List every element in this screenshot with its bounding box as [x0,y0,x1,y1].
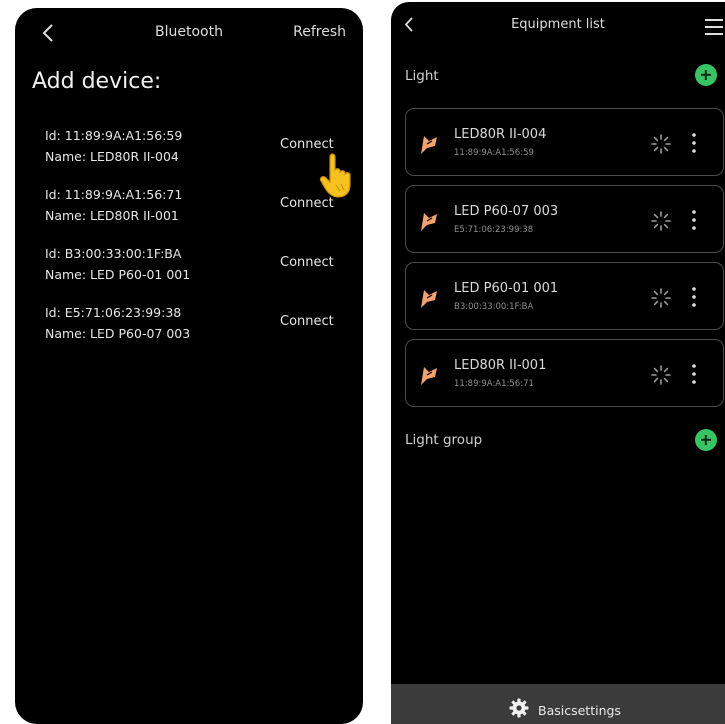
connect-button[interactable]: Connect [280,255,334,270]
add-device-heading: Add device: [32,69,162,94]
lamp-icon [421,367,437,385]
loading-spinner-icon [651,365,671,385]
light-card[interactable]: LED P60-07 003 E5:71:06:23:99:38 [405,185,724,253]
light-name: LED80R II-004 [454,127,547,142]
loading-spinner-icon [651,288,671,308]
light-section-label: Light [405,68,439,84]
loading-spinner-icon [651,211,671,231]
basic-settings-bar[interactable]: Basicsettings [391,684,725,724]
light-card[interactable]: LED80R II-001 11:89:9A:A1:56:71 [405,339,724,407]
more-vertical-icon[interactable] [690,286,698,308]
page-title: Equipment list [511,17,605,32]
equipment-list-screen: Equipment list Light LED80R II-004 11:89… [391,2,725,724]
device-name: Name: LED P60-01 001 [45,267,191,282]
device-id: Id: E5:71:06:23:99:38 [45,305,182,320]
more-vertical-icon[interactable] [690,363,698,385]
device-name: Name: LED P60-07 003 [45,326,191,341]
device-id: Id: 11:89:9A:A1:56:59 [45,128,183,143]
device-id: Id: B3:00:33:00:1F:BA [45,246,182,261]
loading-spinner-icon [651,134,671,154]
device-item: Id: 11:89:9A:A1:56:71 Name: LED80R II-00… [45,187,355,229]
light-id: B3:00:33:00:1F:BA [454,302,534,312]
connect-button[interactable]: Connect [280,137,334,152]
connect-button[interactable]: Connect [280,314,334,329]
light-id: 11:89:9A:A1:56:59 [454,148,534,158]
more-vertical-icon[interactable] [690,209,698,231]
light-group-section-label: Light group [405,432,483,448]
light-name: LED80R II-001 [454,358,547,373]
gear-icon [509,698,529,718]
refresh-button[interactable]: Refresh [293,24,346,40]
light-id: 11:89:9A:A1:56:71 [454,379,534,389]
menu-icon[interactable] [703,17,723,37]
add-icon[interactable] [695,429,717,451]
device-item: Id: E5:71:06:23:99:38 Name: LED P60-07 0… [45,305,355,347]
lamp-icon [421,290,437,308]
bluetooth-screen: Bluetooth Refresh Add device: Id: 11:89:… [15,8,363,724]
add-icon[interactable] [695,64,717,86]
light-name: LED P60-01 001 [454,281,559,296]
device-name: Name: LED80R II-004 [45,149,179,164]
more-vertical-icon[interactable] [690,132,698,154]
basic-settings-label: Basicsettings [538,703,621,718]
hand-pointer-icon [318,151,363,201]
light-name: LED P60-07 003 [454,204,559,219]
lamp-icon [421,136,437,154]
light-id: E5:71:06:23:99:38 [454,225,534,235]
device-item: Id: 11:89:9A:A1:56:59 Name: LED80R II-00… [45,128,355,170]
device-item: Id: B3:00:33:00:1F:BA Name: LED P60-01 0… [45,246,355,288]
lamp-icon [421,213,437,231]
device-name: Name: LED80R II-001 [45,208,179,223]
device-id: Id: 11:89:9A:A1:56:71 [45,187,183,202]
light-card[interactable]: LED P60-01 001 B3:00:33:00:1F:BA [405,262,724,330]
light-card[interactable]: LED80R II-004 11:89:9A:A1:56:59 [405,108,724,176]
